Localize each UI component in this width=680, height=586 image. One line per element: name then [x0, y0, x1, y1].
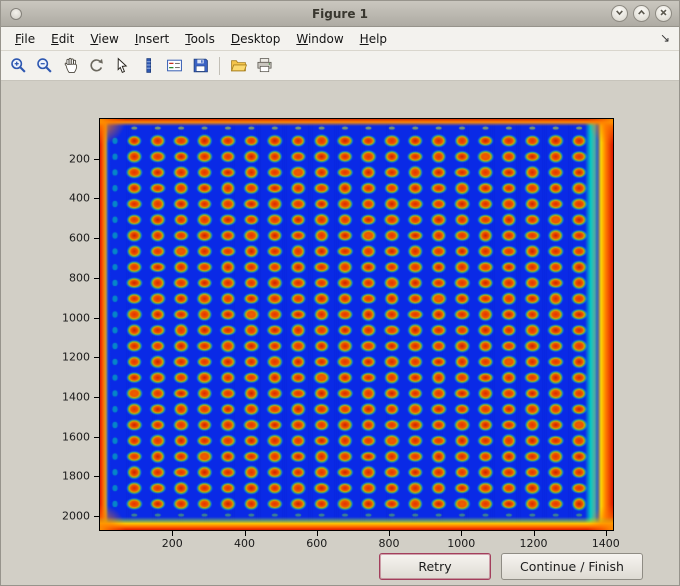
maximize-button[interactable]: [633, 5, 650, 22]
y-tick-mark: [94, 357, 99, 359]
figure-image[interactable]: [100, 119, 613, 530]
y-tick-mark: [94, 317, 99, 319]
toolbar-zoom-out-button[interactable]: [32, 53, 57, 78]
colorbar-icon: [140, 57, 157, 74]
x-tick-label: 1200: [519, 537, 548, 550]
toolbar-colorbar-button[interactable]: [136, 53, 161, 78]
window-menu-icon[interactable]: [10, 7, 22, 20]
window-controls: [611, 5, 672, 22]
toolbar-insert-legend-button[interactable]: [162, 53, 187, 78]
x-tick-mark: [316, 531, 318, 536]
x-tick-label: 800: [378, 537, 400, 550]
retry-button[interactable]: Retry: [379, 553, 491, 580]
menubar: File Edit View Insert Tools Desktop Window Help…: [1, 27, 679, 51]
y-tick-label: 800: [69, 271, 90, 285]
y-tick-mark: [94, 198, 99, 200]
x-tick-mark: [461, 531, 463, 536]
y-tick-label: 1000: [62, 311, 90, 325]
menu-item-insert[interactable]: Insert: [127, 29, 177, 49]
zoom-in-icon: [10, 57, 27, 74]
titlebar[interactable]: Figure 1: [1, 1, 679, 27]
y-tick-label: 1400: [62, 390, 90, 404]
y-tick-mark: [94, 516, 99, 518]
toolbar-print-button[interactable]: [252, 53, 277, 78]
x-tick-mark: [389, 531, 390, 536]
chevron-up-icon: [637, 6, 646, 21]
toolbar-separator: [219, 56, 220, 75]
toolbar-rotate-3d-button[interactable]: [84, 53, 109, 78]
toolbar-open-folder-button[interactable]: [226, 53, 251, 78]
plot-area: 200 400 600 800 1000 1200 1400 1600 1800 2000 200 4…: [62, 118, 620, 550]
x-tick-label: 1000: [447, 537, 476, 550]
toolbar: [1, 51, 679, 81]
x-tick-mark: [605, 531, 607, 536]
close-icon: [659, 6, 668, 21]
menu-item-edit[interactable]: Edit: [43, 29, 82, 49]
menu-item-help[interactable]: Help: [352, 29, 395, 49]
y-tick-mark: [94, 436, 99, 438]
rotate-3d-icon: [88, 57, 105, 74]
y-tick-mark: [94, 396, 99, 398]
pan-icon: [62, 57, 79, 74]
x-tick-label: 400: [234, 537, 255, 550]
y-tick-label: 400: [69, 191, 90, 205]
menu-item-file[interactable]: File: [7, 29, 43, 49]
y-tick-label: 1200: [62, 350, 90, 364]
y-tick-mark: [94, 238, 99, 240]
chevron-down-icon: [615, 6, 624, 21]
figure-canvas-area: 200 400 600 800 1000 1200 1400 1600 1800 2000 200 4…: [1, 81, 679, 585]
toolbar-data-cursor-button[interactable]: [110, 53, 135, 78]
menu-item-desktop[interactable]: Desktop: [223, 29, 289, 49]
toolbar-pan-button[interactable]: [58, 53, 83, 78]
menu-overflow-icon[interactable]: ↘: [660, 31, 670, 45]
y-tick-label: 1800: [62, 469, 90, 483]
continue-finish-button[interactable]: Continue / Finish: [501, 553, 643, 580]
insert-legend-icon: [166, 57, 183, 74]
x-tick-label: 200: [161, 537, 183, 550]
figure-window: Figure 1 File Edit View Insert Tools Desktop W…: [0, 0, 680, 586]
x-tick-mark: [244, 531, 246, 536]
x-tick-mark: [172, 531, 174, 536]
x-tick-label: 600: [306, 537, 328, 550]
y-tick-label: 1600: [62, 430, 90, 444]
close-button[interactable]: [655, 5, 672, 22]
toolbar-save-button[interactable]: [188, 53, 213, 78]
print-icon: [256, 57, 273, 74]
x-tick-label: 1400: [591, 537, 620, 550]
menu-item-tools[interactable]: Tools: [177, 29, 223, 49]
y-tick-mark: [94, 277, 99, 279]
data-cursor-icon: [114, 57, 131, 74]
window-title: Figure 1: [311, 6, 369, 21]
y-tick-mark: [94, 158, 99, 160]
minimize-button[interactable]: [611, 5, 628, 22]
menu-item-view[interactable]: View: [82, 29, 126, 49]
menubar-items: File Edit View Insert Tools Desktop Window Help: [7, 29, 395, 49]
y-tick-label: 600: [69, 231, 90, 245]
toolbar-zoom-in-button[interactable]: [6, 53, 31, 78]
open-folder-icon: [230, 57, 247, 74]
menu-item-window[interactable]: Window: [288, 29, 351, 49]
zoom-out-icon: [36, 57, 53, 74]
y-tick-label: 2000: [62, 509, 90, 523]
dialog-buttons: Retry Continue / Finish: [379, 553, 643, 580]
y-tick-mark: [94, 476, 99, 478]
y-tick-label: 200: [69, 152, 90, 166]
x-tick-mark: [533, 531, 535, 536]
save-icon: [192, 57, 209, 74]
